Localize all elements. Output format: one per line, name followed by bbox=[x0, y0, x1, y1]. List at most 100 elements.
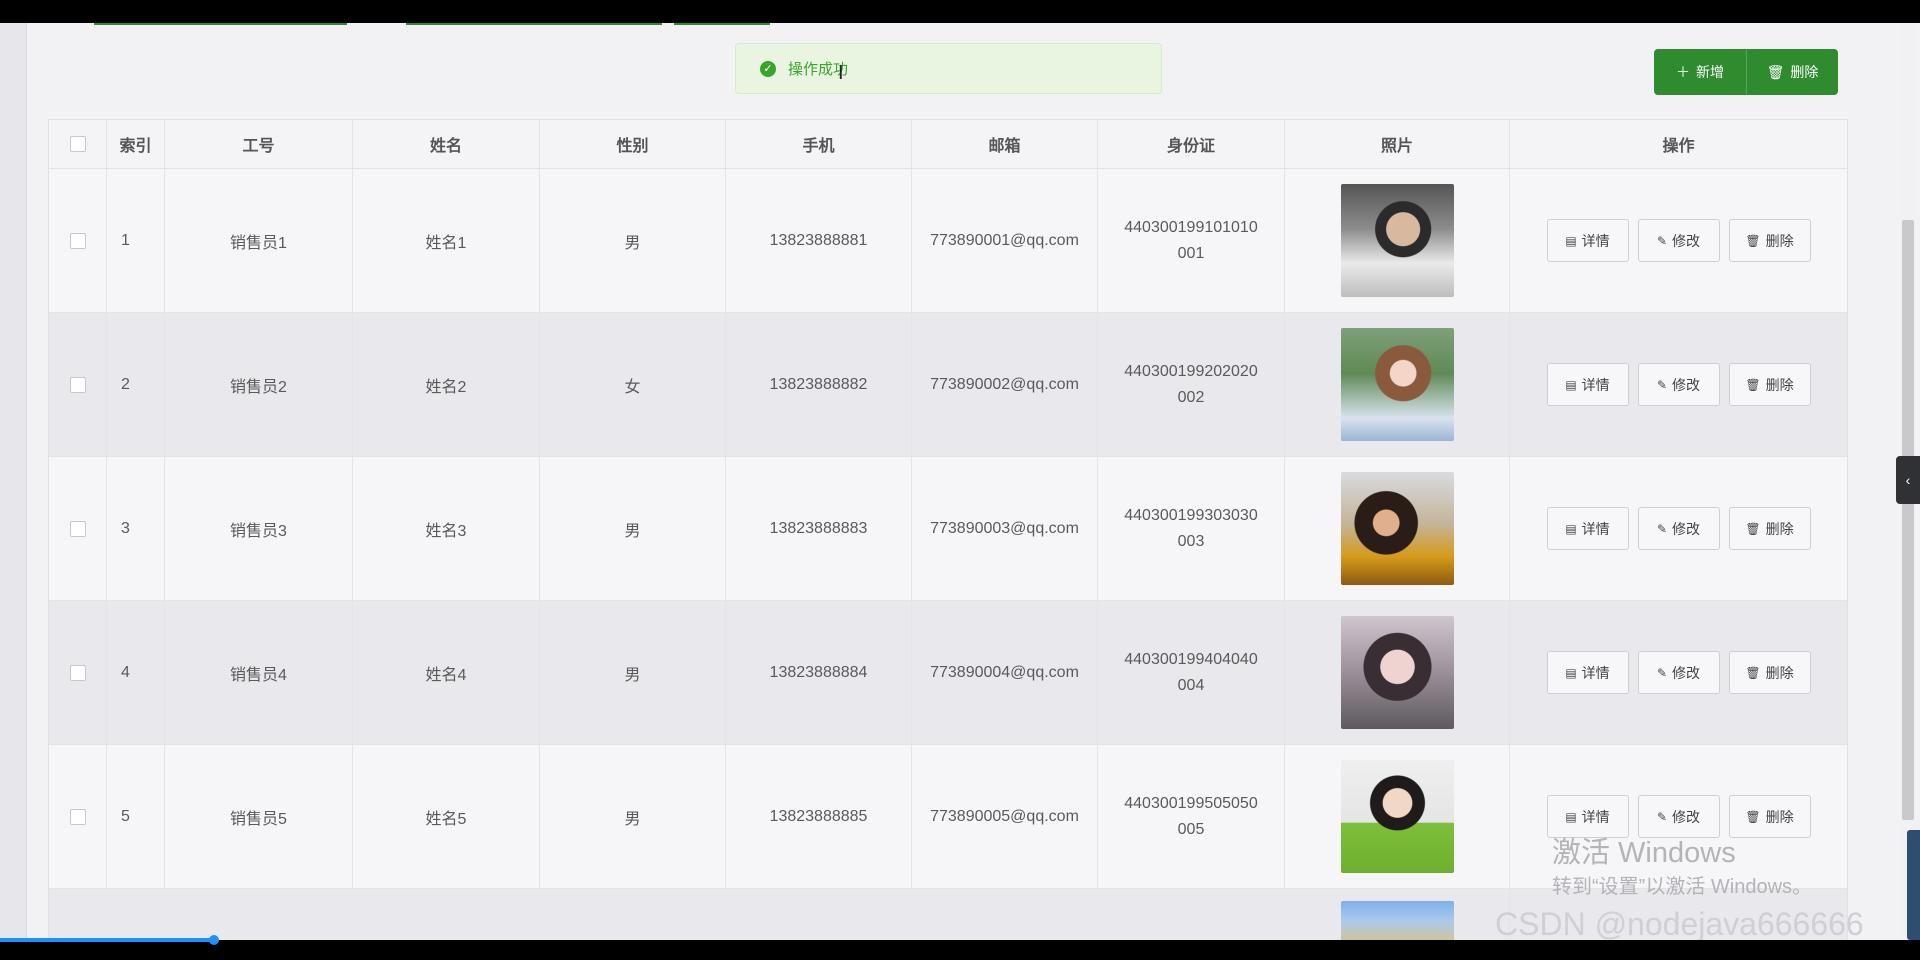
delete-button[interactable]: 🗑 删除 bbox=[1728, 795, 1811, 838]
edit-button[interactable]: ✎ 修改 bbox=[1637, 219, 1720, 262]
staff-photo[interactable] bbox=[1340, 184, 1454, 297]
cell-index: 1 bbox=[107, 169, 165, 312]
staff-photo[interactable] bbox=[1340, 616, 1454, 729]
cell-photo bbox=[1285, 457, 1510, 600]
cell-no: 销售员1 bbox=[165, 169, 353, 312]
edit-button[interactable]: ✎ 修改 bbox=[1637, 363, 1720, 406]
detail-label: 详情 bbox=[1581, 664, 1610, 681]
cell-name: 姓名2 bbox=[353, 313, 540, 456]
row-select[interactable] bbox=[49, 313, 107, 456]
staff-photo[interactable] bbox=[1340, 760, 1454, 873]
idcard-text: 440300199101010001 bbox=[1124, 218, 1258, 262]
header-select-all[interactable] bbox=[49, 120, 107, 168]
cell-name: 姓名5 bbox=[353, 745, 540, 888]
row-select[interactable] bbox=[49, 745, 107, 888]
delete-label: 删除 bbox=[1765, 232, 1794, 249]
cell-sex: 男 bbox=[540, 457, 726, 600]
trash-icon: 🗑 bbox=[1745, 665, 1761, 680]
cell-phone: 13823888881 bbox=[726, 169, 912, 312]
row-select[interactable] bbox=[49, 601, 107, 744]
chevron-left-icon[interactable]: ‹ bbox=[1896, 456, 1920, 504]
detail-button[interactable]: ▤ 详情 bbox=[1546, 219, 1629, 262]
delete-button[interactable]: 🗑 删除 bbox=[1728, 363, 1811, 406]
cell-idcard: 440300199101010001 bbox=[1098, 169, 1285, 312]
detail-button[interactable]: ▤ 详情 bbox=[1546, 363, 1629, 406]
edit-label: 修改 bbox=[1672, 232, 1701, 249]
cell-phone: 13823888882 bbox=[726, 313, 912, 456]
cell-name: 姓名1 bbox=[353, 169, 540, 312]
header-actions: 操作 bbox=[1662, 138, 1695, 155]
header-sex: 性别 bbox=[540, 120, 726, 168]
trash-icon: 🗑 bbox=[1745, 521, 1761, 536]
table-row: 4 销售员4 姓名4 男 13823888884 773890004@qq.co… bbox=[49, 601, 1847, 745]
table-header: 索引 工号 姓名 性别 手机 邮箱 身份证 照片 操作 bbox=[49, 120, 1847, 169]
video-progress-bar[interactable] bbox=[0, 938, 215, 942]
idcard-text: 440300199505050005 bbox=[1124, 794, 1258, 838]
header-no: 工号 bbox=[165, 120, 353, 168]
batch-delete-button[interactable]: 🗑 删除 bbox=[1746, 49, 1838, 95]
cell-no: 销售员3 bbox=[165, 457, 353, 600]
delete-label: 删除 bbox=[1765, 808, 1794, 825]
add-button[interactable]: ＋ 新增 bbox=[1654, 49, 1746, 95]
row-select[interactable] bbox=[49, 457, 107, 600]
cell-phone: 13823888883 bbox=[726, 457, 912, 600]
batch-delete-label: 删除 bbox=[1790, 64, 1819, 80]
table-row: 1 销售员1 姓名1 男 13823888881 773890001@qq.co… bbox=[49, 169, 1847, 313]
select-all-checkbox[interactable] bbox=[69, 136, 86, 152]
cell-phone: 13823888885 bbox=[726, 745, 912, 888]
row-checkbox[interactable] bbox=[69, 664, 86, 681]
cell-idcard: 440300199404040004 bbox=[1098, 601, 1285, 744]
row-checkbox[interactable] bbox=[69, 232, 86, 249]
idcard-text: 440300199202020002 bbox=[1124, 362, 1258, 406]
trash-icon: 🗑 bbox=[1745, 809, 1761, 824]
header-photo: 照片 bbox=[1285, 120, 1510, 168]
cell-sex: 男 bbox=[540, 169, 726, 312]
document-icon: ▤ bbox=[1565, 809, 1577, 824]
cell-actions: ▤ 详情 ✎ 修改 🗑 删除 bbox=[1510, 313, 1847, 456]
delete-button[interactable]: 🗑 删除 bbox=[1728, 219, 1811, 262]
row-checkbox[interactable] bbox=[69, 808, 86, 825]
cell-sex: 男 bbox=[540, 601, 726, 744]
header-index: 索引 bbox=[107, 120, 165, 168]
cell-idcard: 440300199505050005 bbox=[1098, 745, 1285, 888]
edit-icon: ✎ bbox=[1656, 233, 1668, 248]
cell-actions: ▤ 详情 ✎ 修改 🗑 删除 bbox=[1510, 601, 1847, 744]
detail-label: 详情 bbox=[1581, 520, 1610, 537]
cell-idcard: 440300199303030003 bbox=[1098, 457, 1285, 600]
delete-label: 删除 bbox=[1765, 664, 1794, 681]
activate-windows-title: 激活 Windows bbox=[1552, 837, 1736, 869]
delete-button[interactable]: 🗑 删除 bbox=[1728, 507, 1811, 550]
edit-button[interactable]: ✎ 修改 bbox=[1637, 651, 1720, 694]
cell-no: 销售员2 bbox=[165, 313, 353, 456]
cell-sex: 男 bbox=[540, 745, 726, 888]
success-toast: ✓ 操作成功 bbox=[735, 43, 1162, 94]
cell-photo bbox=[1285, 313, 1510, 456]
delete-button[interactable]: 🗑 删除 bbox=[1728, 651, 1811, 694]
detail-button[interactable]: ▤ 详情 bbox=[1546, 507, 1629, 550]
edit-button[interactable]: ✎ 修改 bbox=[1637, 507, 1720, 550]
plus-icon: ＋ bbox=[1676, 64, 1690, 80]
detail-button[interactable]: ▤ 详情 bbox=[1546, 651, 1629, 694]
cell-photo bbox=[1285, 601, 1510, 744]
cell-photo bbox=[1285, 169, 1510, 312]
idcard-text: 440300199404040004 bbox=[1124, 650, 1258, 694]
bottom-black-bar bbox=[0, 940, 1920, 960]
header-idcard: 身份证 bbox=[1098, 120, 1285, 168]
staff-photo[interactable] bbox=[1340, 472, 1454, 585]
cell-email: 773890001@qq.com bbox=[912, 169, 1098, 312]
document-icon: ▤ bbox=[1565, 665, 1577, 680]
cell-name: 姓名3 bbox=[353, 457, 540, 600]
delete-label: 删除 bbox=[1765, 520, 1794, 537]
cell-no: 销售员4 bbox=[165, 601, 353, 744]
staff-photo[interactable] bbox=[1340, 328, 1454, 441]
row-checkbox[interactable] bbox=[69, 376, 86, 393]
scrollbar-thumb[interactable] bbox=[1902, 220, 1914, 820]
row-select[interactable] bbox=[49, 169, 107, 312]
video-progress-handle[interactable] bbox=[209, 935, 219, 945]
detail-label: 详情 bbox=[1581, 232, 1610, 249]
left-gutter bbox=[0, 23, 27, 940]
cell-actions: ▤ 详情 ✎ 修改 🗑 删除 bbox=[1510, 457, 1847, 600]
row-checkbox[interactable] bbox=[69, 520, 86, 537]
trash-icon: 🗑 bbox=[1766, 63, 1785, 80]
side-panel-edge bbox=[1907, 830, 1920, 940]
